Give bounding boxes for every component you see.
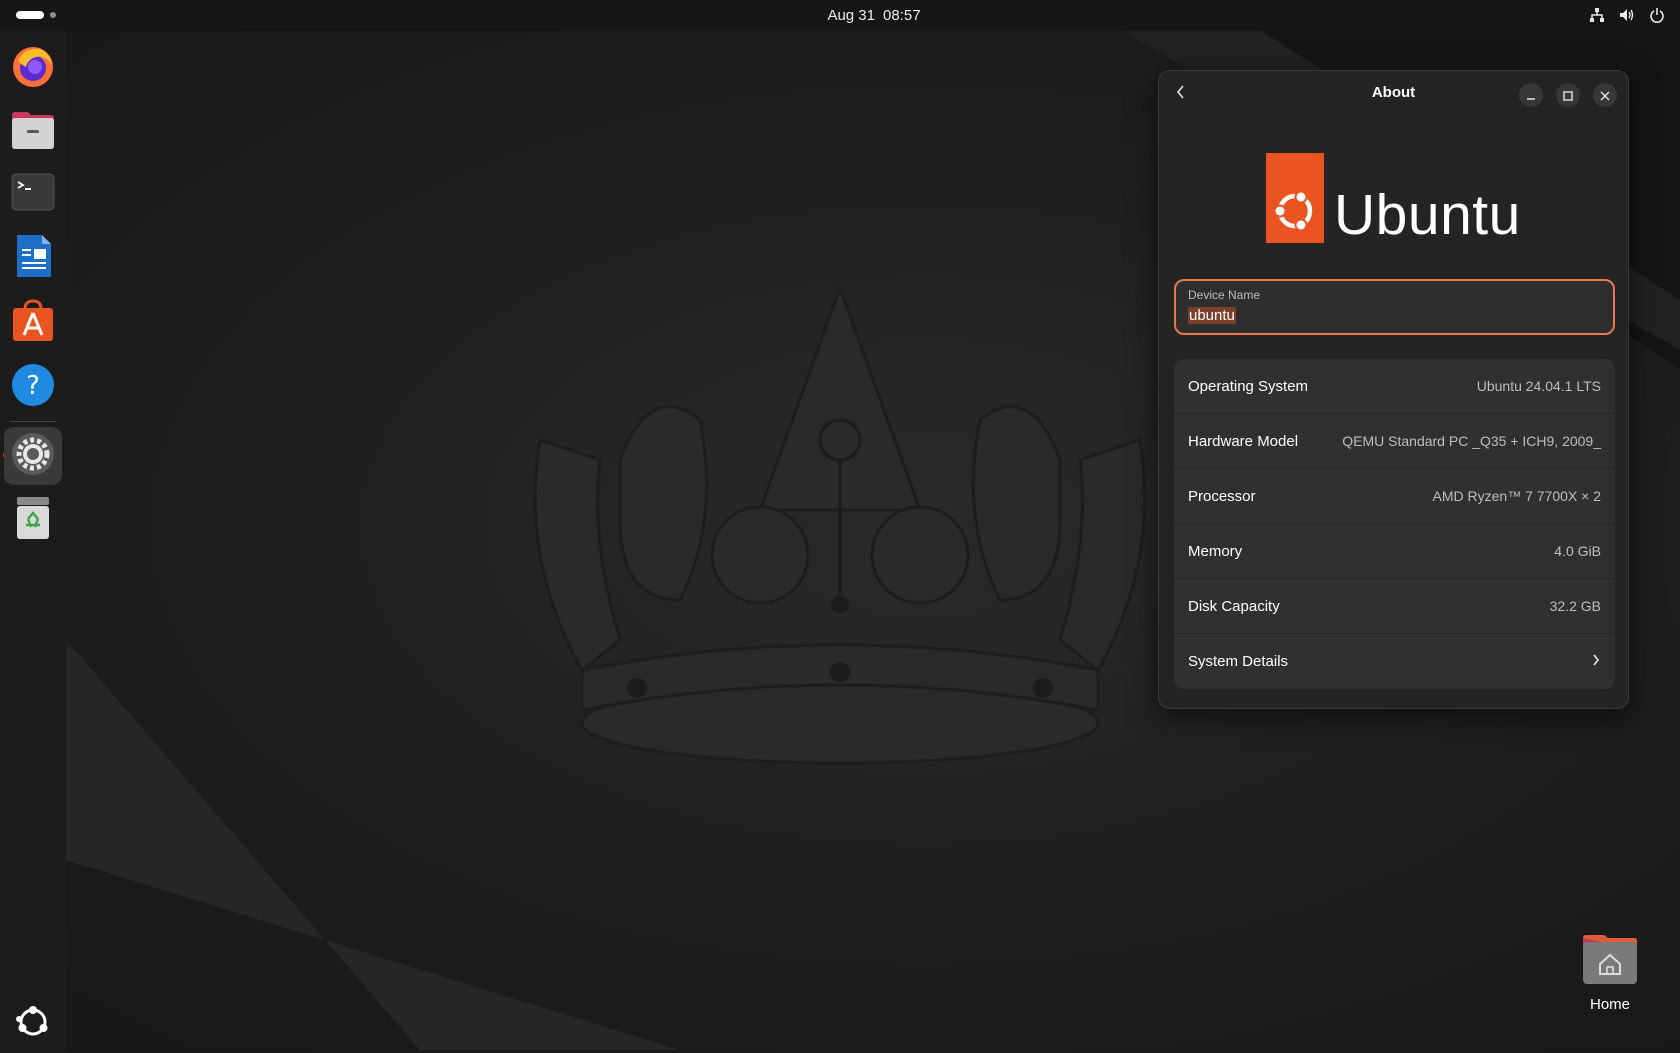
- help-icon: ?: [10, 362, 56, 412]
- row-disk-capacity: Disk Capacity 32.2 GB: [1174, 579, 1615, 634]
- app-center-icon: [10, 297, 56, 347]
- close-icon: [1600, 86, 1610, 105]
- row-system-details[interactable]: System Details: [1174, 634, 1615, 689]
- row-hardware-model: Hardware Model QEMU Standard PC _Q35 + I…: [1174, 414, 1615, 469]
- dock-firefox[interactable]: [4, 39, 62, 97]
- row-value: AMD Ryzen™ 7 7700X × 2: [1432, 488, 1601, 504]
- writer-icon: [10, 233, 56, 283]
- power-icon[interactable]: [1648, 6, 1666, 24]
- system-tray[interactable]: [1588, 6, 1666, 24]
- show-apps-button[interactable]: [4, 995, 62, 1053]
- chevron-right-icon: [1591, 652, 1601, 672]
- home-folder-icon: [1580, 935, 1640, 990]
- dock-app-center[interactable]: [4, 293, 62, 351]
- settings-icon: [10, 431, 56, 481]
- network-icon[interactable]: [1588, 6, 1606, 24]
- row-value: QEMU Standard PC _Q35 + ICH9, 2009_: [1342, 433, 1601, 449]
- clock[interactable]: Aug 31 08:57: [0, 7, 1680, 24]
- row-label: Memory: [1188, 542, 1243, 560]
- row-value: 32.2 GB: [1549, 598, 1601, 614]
- ubuntu-logo-text: Ubuntu: [1334, 183, 1521, 247]
- terminal-icon: [10, 169, 56, 219]
- dock-help[interactable]: ?: [4, 358, 62, 416]
- system-info-list: Operating System Ubuntu 24.04.1 LTS Hard…: [1174, 359, 1615, 689]
- row-memory: Memory 4.0 GiB: [1174, 524, 1615, 579]
- about-window: About Ubuntu Device Name ubuntu Operatin…: [1158, 70, 1629, 709]
- home-folder-desktop-icon[interactable]: [1578, 932, 1642, 990]
- dock: ?: [0, 31, 66, 1050]
- row-label: Processor: [1188, 487, 1256, 505]
- files-icon: [10, 107, 56, 157]
- row-label: Operating System: [1188, 377, 1309, 395]
- dock-terminal[interactable]: [4, 165, 62, 223]
- maximize-button[interactable]: [1556, 83, 1580, 107]
- minimize-button[interactable]: [1519, 83, 1543, 107]
- device-name-input[interactable]: ubuntu: [1188, 307, 1236, 324]
- row-value: 4.0 GiB: [1554, 543, 1601, 559]
- svg-text:?: ?: [26, 371, 40, 401]
- row-processor: Processor AMD Ryzen™ 7 7700X × 2: [1174, 469, 1615, 524]
- close-button[interactable]: [1593, 83, 1617, 107]
- clock-date: Aug 31: [827, 7, 875, 24]
- row-label: Hardware Model: [1188, 432, 1299, 450]
- ubuntu-circle-of-friends-icon: [1266, 153, 1324, 243]
- ubuntu-apps-icon: [13, 1002, 53, 1046]
- home-folder-label[interactable]: Home: [1560, 996, 1660, 1013]
- dock-trash[interactable]: [4, 491, 62, 549]
- volume-icon[interactable]: [1618, 6, 1636, 24]
- dock-separator: [10, 421, 56, 422]
- row-label: Disk Capacity: [1188, 597, 1280, 615]
- device-name-value: ubuntu: [1188, 307, 1236, 324]
- dock-files[interactable]: [4, 103, 62, 161]
- dock-writer[interactable]: [4, 229, 62, 287]
- row-operating-system: Operating System Ubuntu 24.04.1 LTS: [1174, 359, 1615, 414]
- firefox-icon: [10, 43, 56, 93]
- device-name-label: Device Name: [1188, 288, 1261, 302]
- ubuntu-logo: Ubuntu: [1266, 153, 1521, 247]
- device-name-field[interactable]: Device Name ubuntu: [1174, 279, 1615, 335]
- dock-settings[interactable]: [4, 427, 62, 485]
- top-bar: Aug 31 08:57: [0, 0, 1680, 31]
- row-label: System Details: [1188, 653, 1289, 670]
- trash-icon: [10, 495, 56, 545]
- minimize-icon: [1526, 86, 1536, 105]
- window-titlebar[interactable]: About: [1159, 71, 1628, 117]
- clock-time: 08:57: [883, 7, 921, 24]
- row-value: Ubuntu 24.04.1 LTS: [1476, 378, 1601, 394]
- maximize-icon: [1563, 86, 1573, 105]
